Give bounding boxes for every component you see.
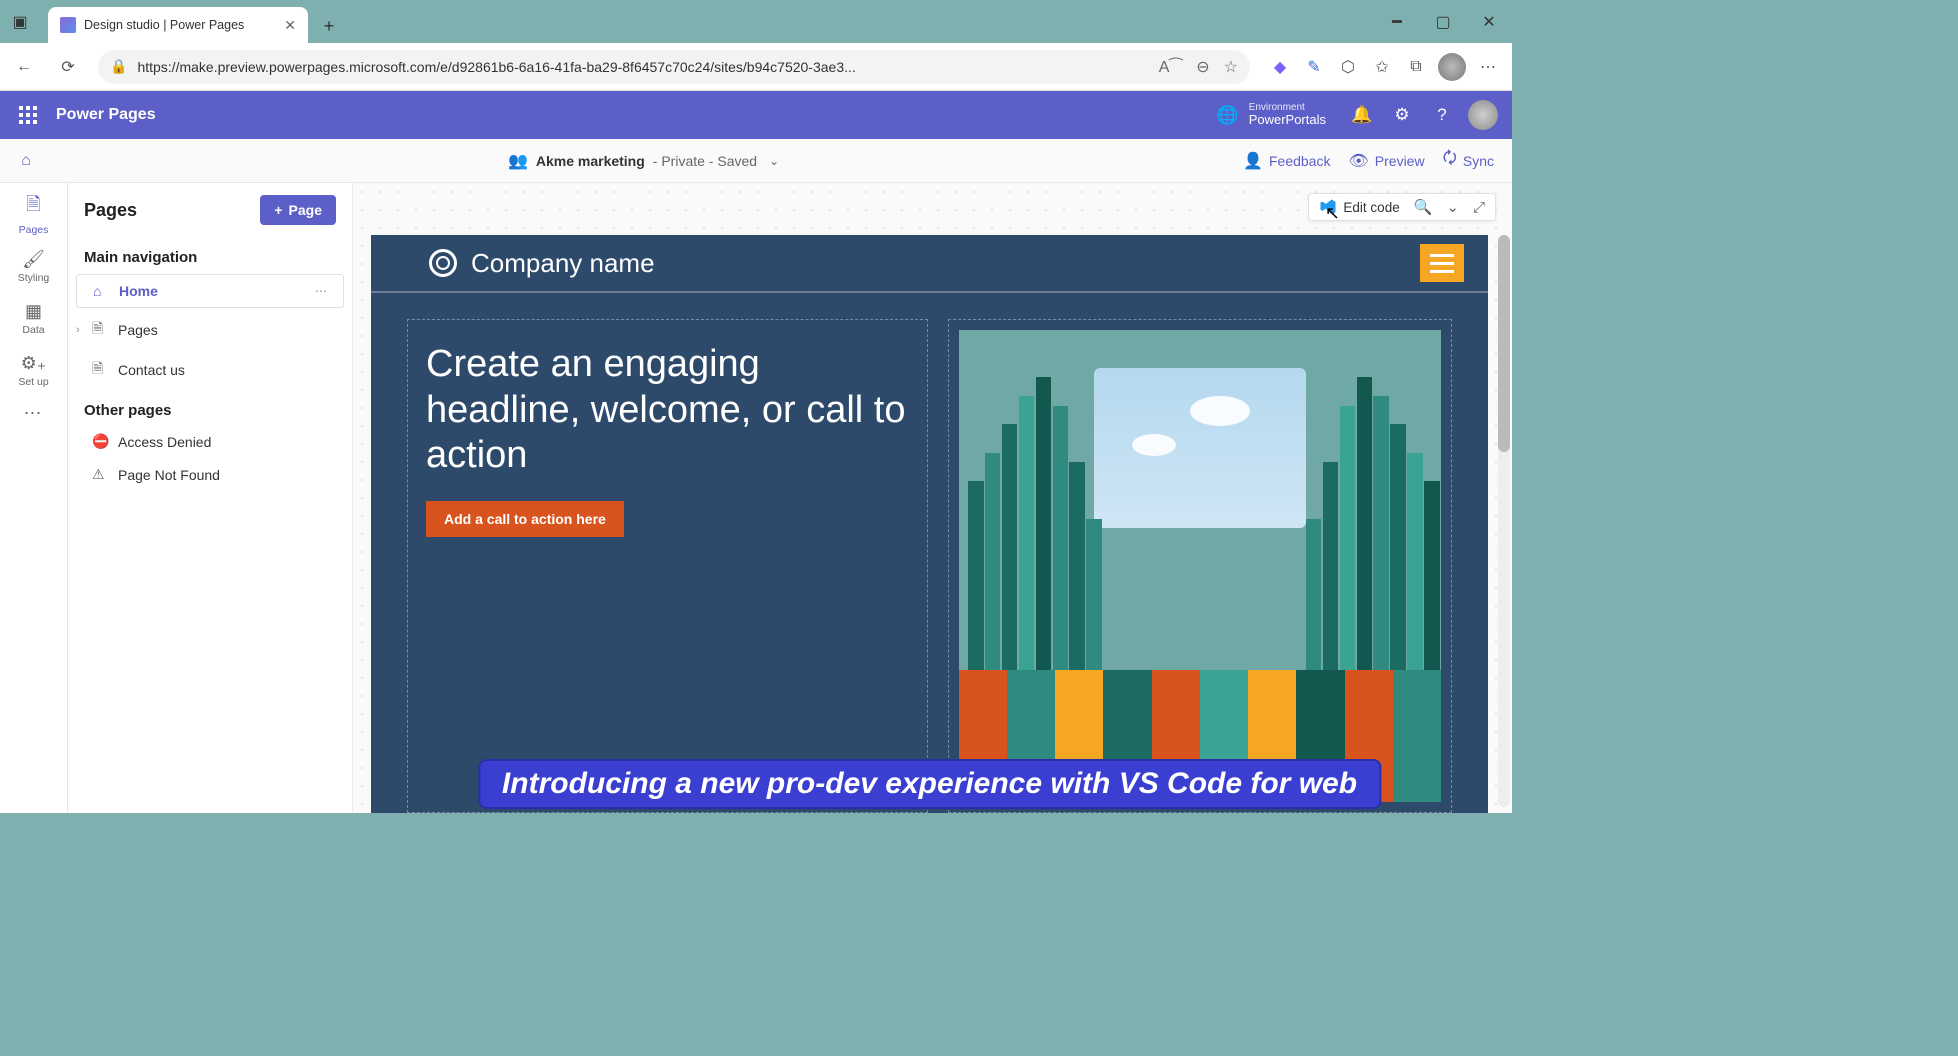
pages-panel: Pages +Page Main navigation ⌂ Home ⋯ › 🗎… xyxy=(68,183,353,813)
more-icon[interactable]: ⋯ xyxy=(315,284,329,298)
new-tab-button[interactable]: + xyxy=(312,9,346,43)
zoom-icon[interactable]: ⊖ xyxy=(1196,57,1209,77)
brush-icon: 🖌 xyxy=(22,249,45,270)
section-main-nav: Main navigation xyxy=(68,237,352,272)
window-maximize-icon[interactable]: ▢ xyxy=(1420,0,1466,43)
browser-menu-icon[interactable]: ⋯ xyxy=(1476,55,1500,79)
table-icon: ▦ xyxy=(25,301,42,322)
plus-icon: + xyxy=(274,202,282,218)
rail-setup[interactable]: ⚙₊Set up xyxy=(4,345,64,395)
browser-toolbar: ← ⟳ 🔒 https://make.preview.powerpages.mi… xyxy=(0,43,1512,91)
chevron-down-icon: ⌄ xyxy=(769,154,779,168)
browser-titlebar: ▣ Design studio | Power Pages ✕ + ━ ▢ ✕ xyxy=(0,0,1512,43)
site-preview[interactable]: Company name Create an engaging headline… xyxy=(371,235,1488,813)
site-logo-icon xyxy=(429,249,457,277)
back-button[interactable]: ← xyxy=(4,47,44,87)
tab-close-icon[interactable]: ✕ xyxy=(284,17,296,34)
not-found-icon: ⚠ xyxy=(92,466,108,483)
sub-toolbar: ⌂ 👥 Akme marketing - Private - Saved ⌄ 👤… xyxy=(0,139,1512,183)
company-name: Company name xyxy=(471,248,655,279)
notifications-icon[interactable]: 🔔 xyxy=(1342,95,1382,135)
favorite-icon[interactable]: ☆ xyxy=(1224,57,1238,77)
ext-tag-icon[interactable]: ◆ xyxy=(1268,55,1292,79)
env-label: Environment xyxy=(1249,102,1326,114)
site-header: Company name xyxy=(371,235,1488,291)
browser-profile-avatar[interactable] xyxy=(1438,53,1466,81)
url-text: https://make.preview.powerpages.microsof… xyxy=(137,59,1148,75)
hero-image-block[interactable] xyxy=(948,319,1453,813)
nav-item-contact[interactable]: 🗎 Contact us xyxy=(68,350,352,390)
rail-pages[interactable]: 🗎Pages xyxy=(4,189,64,239)
denied-icon: ⛔ xyxy=(92,433,108,450)
tab-actions-icon[interactable]: ▣ xyxy=(0,0,40,43)
tab-title: Design studio | Power Pages xyxy=(84,18,276,32)
fullscreen-icon[interactable]: ⤢ xyxy=(1473,199,1485,216)
preview-button[interactable]: 👁Preview xyxy=(1348,151,1424,171)
hero-image xyxy=(959,330,1442,802)
vertical-rail: 🗎Pages 🖌Styling ▦Data ⚙₊Set up ⋯ xyxy=(0,183,68,813)
globe-icon: 🌐 xyxy=(1216,105,1238,126)
app-launcher-icon[interactable] xyxy=(8,95,48,135)
hero-heading: Create an engaging headline, welcome, or… xyxy=(426,342,909,479)
hero-section: Create an engaging headline, welcome, or… xyxy=(371,293,1488,813)
section-other-pages: Other pages xyxy=(68,390,352,425)
user-avatar[interactable] xyxy=(1468,100,1498,130)
main-area: 🗎Pages 🖌Styling ▦Data ⚙₊Set up ⋯ Pages +… xyxy=(0,183,1512,813)
page-icon: 🗎 xyxy=(26,192,40,222)
extensions-icon[interactable]: ⬡ xyxy=(1336,55,1360,79)
window-close-icon[interactable]: ✕ xyxy=(1466,0,1512,43)
nav-item-not-found[interactable]: ⚠ Page Not Found xyxy=(68,458,352,491)
canvas-scrollbar[interactable] xyxy=(1498,235,1510,807)
hero-text-block[interactable]: Create an engaging headline, welcome, or… xyxy=(407,319,928,813)
read-aloud-icon[interactable]: A⁀ xyxy=(1159,57,1183,77)
sync-icon: 🗘 xyxy=(1443,147,1457,174)
cursor-icon: ↖ xyxy=(1325,203,1340,224)
site-name: Akme marketing xyxy=(536,153,645,169)
app-header: Power Pages 🌐 Environment PowerPortals 🔔… xyxy=(0,91,1512,139)
favorites-bar-icon[interactable]: ✩ xyxy=(1370,55,1394,79)
nav-item-home[interactable]: ⌂ Home ⋯ xyxy=(76,274,344,308)
cta-button[interactable]: Add a call to action here xyxy=(426,501,624,537)
chevron-down-icon[interactable]: ⌄ xyxy=(1446,198,1459,216)
gear-add-icon: ⚙₊ xyxy=(21,353,47,374)
page-icon: 🗎 xyxy=(92,358,108,382)
panel-title: Pages xyxy=(84,200,137,221)
zoom-in-icon[interactable]: 🔍 xyxy=(1414,198,1433,216)
site-meta: - Private - Saved xyxy=(653,153,757,169)
refresh-button[interactable]: ⟳ xyxy=(48,47,88,87)
rail-more-icon[interactable]: ⋯ xyxy=(24,403,44,424)
env-value: PowerPortals xyxy=(1249,113,1326,128)
hamburger-menu[interactable] xyxy=(1420,244,1464,282)
window-minimize-icon[interactable]: ━ xyxy=(1374,0,1420,43)
promo-banner: Introducing a new pro-dev experience wit… xyxy=(480,761,1379,807)
nav-item-access-denied[interactable]: ⛔ Access Denied xyxy=(68,425,352,458)
people-icon: 👥 xyxy=(508,151,528,171)
feedback-button[interactable]: 👤Feedback xyxy=(1243,151,1330,171)
page-icon: 🗎 xyxy=(92,318,108,342)
settings-icon[interactable]: ⚙ xyxy=(1382,95,1422,135)
tab-favicon xyxy=(60,17,76,33)
product-name: Power Pages xyxy=(56,106,156,124)
address-bar[interactable]: 🔒 https://make.preview.powerpages.micros… xyxy=(98,50,1250,84)
sync-button[interactable]: 🗘Sync xyxy=(1443,147,1494,174)
nav-item-pages[interactable]: › 🗎 Pages xyxy=(68,310,352,350)
eye-icon: 👁 xyxy=(1348,151,1368,171)
browser-tab[interactable]: Design studio | Power Pages ✕ xyxy=(48,7,308,43)
environment-picker[interactable]: 🌐 Environment PowerPortals xyxy=(1216,102,1326,128)
scroll-thumb[interactable] xyxy=(1498,235,1510,452)
feedback-icon: 👤 xyxy=(1243,151,1263,171)
ext-feather-icon[interactable]: ✎ xyxy=(1302,55,1326,79)
home-icon[interactable]: ⌂ xyxy=(8,143,44,179)
home-icon: ⌂ xyxy=(93,283,109,299)
collections-icon[interactable]: ⧉ xyxy=(1404,55,1428,79)
design-canvas: Edit code 🔍 ⌄ ⤢ ↖ Company name Create an… xyxy=(353,183,1512,813)
rail-styling[interactable]: 🖌Styling xyxy=(4,241,64,291)
lock-icon: 🔒 xyxy=(110,58,127,75)
add-page-button[interactable]: +Page xyxy=(260,195,336,225)
site-picker[interactable]: 👥 Akme marketing - Private - Saved ⌄ xyxy=(508,151,779,171)
chevron-right-icon[interactable]: › xyxy=(76,324,80,336)
rail-data[interactable]: ▦Data xyxy=(4,293,64,343)
help-icon[interactable]: ? xyxy=(1422,95,1462,135)
